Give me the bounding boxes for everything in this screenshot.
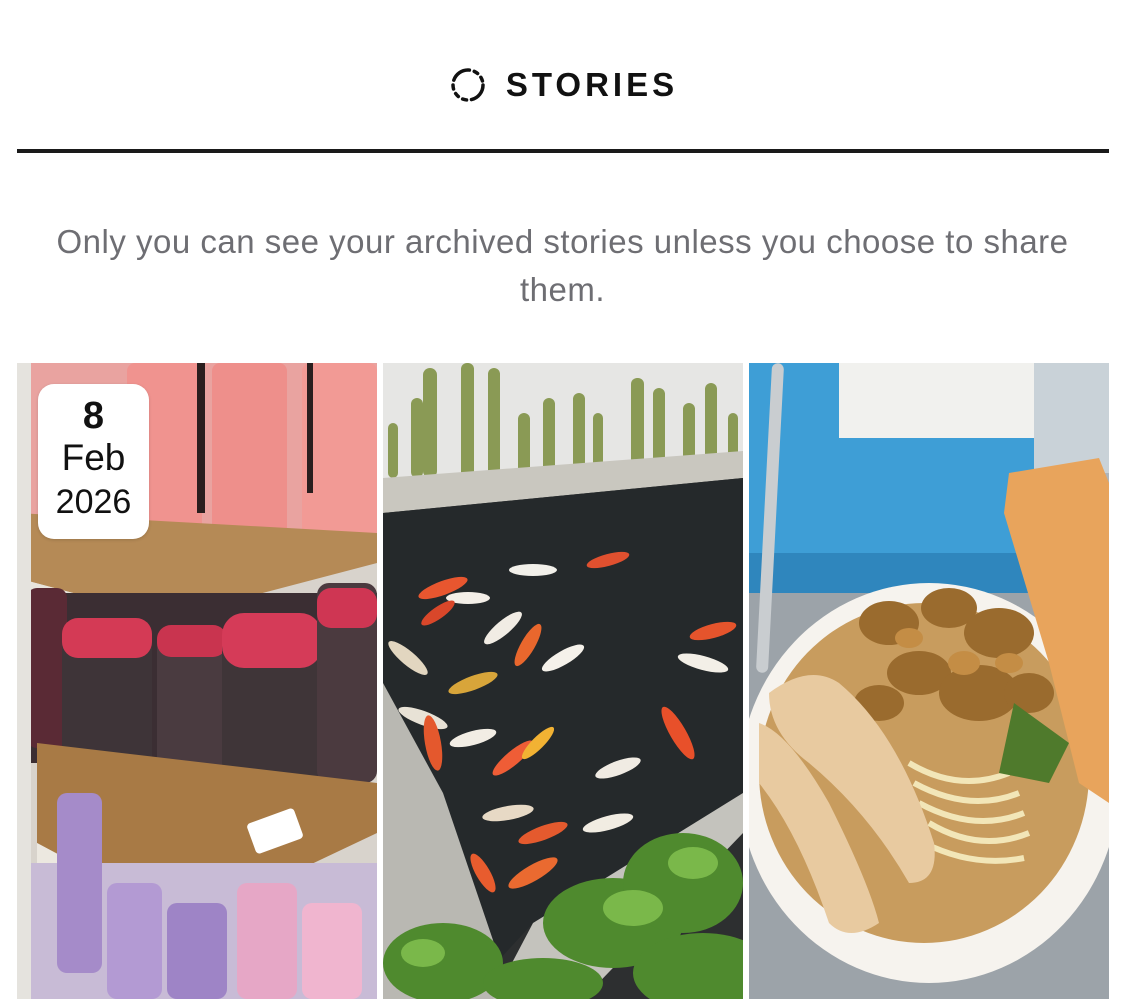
story-thumbnail-1[interactable]: 8 Feb 2026 xyxy=(17,363,377,999)
story-image-noodle-bowl xyxy=(749,363,1109,999)
story-date-day: 8 xyxy=(82,395,105,437)
archive-privacy-notice: Only you can see your archived stories u… xyxy=(56,223,1069,308)
stories-grid: 8 Feb 2026 xyxy=(17,363,1109,999)
story-date-badge: 8 Feb 2026 xyxy=(38,384,149,539)
tab-stories-content: STORIES xyxy=(17,62,1109,108)
tab-bar: STORIES xyxy=(0,0,1125,154)
tab-stories-label: STORIES xyxy=(505,66,679,103)
dashed-circle-icon xyxy=(448,65,488,105)
tab-active-indicator xyxy=(17,149,1109,153)
story-thumbnail-2[interactable] xyxy=(383,363,743,999)
story-date-month: Feb xyxy=(61,437,126,478)
story-image-koi-pond xyxy=(383,363,743,999)
stories-archive-page: STORIES Only you can see your archived s… xyxy=(0,0,1125,999)
story-date-year: 2026 xyxy=(55,483,132,521)
tab-stories[interactable]: STORIES xyxy=(17,0,1109,154)
story-thumbnail-3[interactable] xyxy=(749,363,1109,999)
